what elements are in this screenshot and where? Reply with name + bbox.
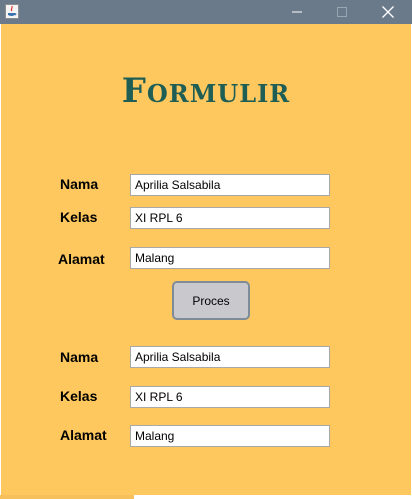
kelas-label: Kelas <box>60 209 98 225</box>
nama-label: Nama <box>60 176 99 192</box>
proces-button[interactable]: Proces <box>172 281 250 320</box>
alamat-label: Alamat <box>58 251 105 267</box>
app-window: Formulir Nama Kelas Alamat Proces Nama K… <box>0 0 412 499</box>
title-bar[interactable] <box>0 0 412 24</box>
maximize-icon <box>337 7 347 17</box>
minimize-button[interactable] <box>275 0 319 24</box>
background-window-strip <box>0 495 134 499</box>
alamat-input[interactable] <box>130 247 330 269</box>
minimize-icon <box>292 11 302 13</box>
kelas-input[interactable] <box>130 207 330 229</box>
close-button[interactable] <box>366 0 410 24</box>
nama-input[interactable] <box>130 174 330 196</box>
alamat-output-field[interactable] <box>130 425 330 447</box>
kelas-output-field[interactable] <box>130 386 330 408</box>
close-icon <box>382 6 394 18</box>
kelas-output-label: Kelas <box>60 388 98 404</box>
java-app-icon <box>5 4 19 19</box>
form-title: Formulir <box>121 71 291 111</box>
nama-output-field[interactable] <box>130 346 330 368</box>
maximize-button[interactable] <box>320 0 364 24</box>
alamat-output-label: Alamat <box>60 427 107 443</box>
window-bottom-edge <box>0 495 412 499</box>
nama-output-label: Nama <box>60 349 99 365</box>
